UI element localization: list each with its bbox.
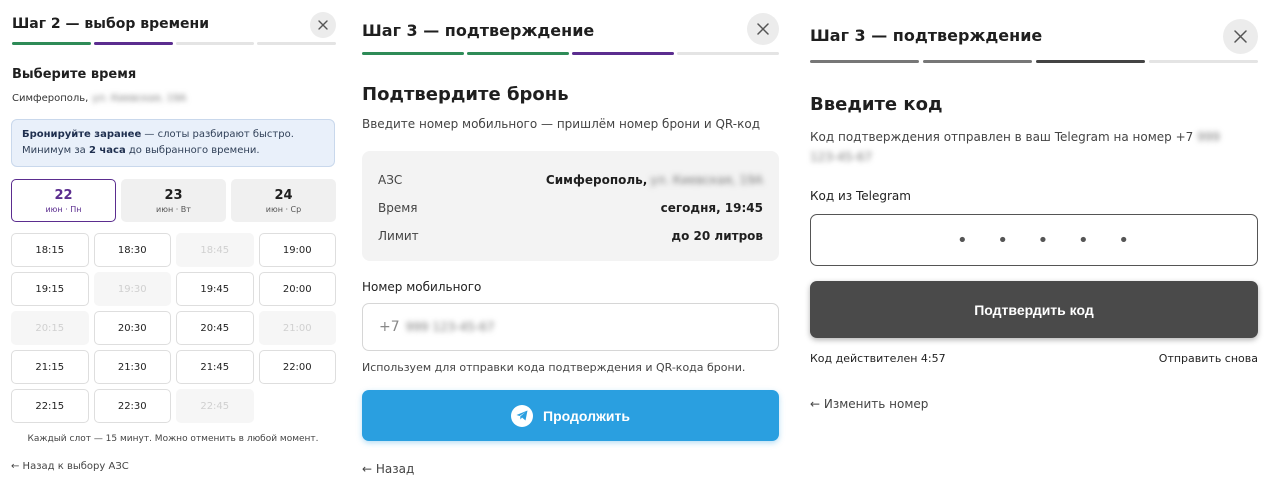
- close-icon: [757, 23, 769, 35]
- close-button[interactable]: [1223, 19, 1258, 54]
- step-1-segment: [810, 60, 919, 63]
- code-input[interactable]: • • • • •: [810, 214, 1258, 266]
- date-number: 22: [54, 187, 73, 203]
- telegram-icon: [511, 404, 534, 427]
- time-slot: 22:45: [176, 389, 254, 423]
- time-slot[interactable]: 21:45: [176, 350, 254, 384]
- continue-label: Продолжить: [543, 407, 630, 424]
- slot-footnote: Каждый слот — 15 минут. Можно отменить в…: [27, 434, 319, 444]
- time-slot: 19:30: [93, 272, 171, 306]
- limit-label: Лимит: [378, 229, 419, 243]
- section-heading: Подтвердите бронь: [362, 84, 569, 105]
- time-value: сегодня, 19:45: [660, 201, 763, 215]
- step-progress: [12, 42, 336, 45]
- time-slot[interactable]: 20:45: [176, 311, 254, 345]
- phone-hint: Используем для отправки кода подтвержден…: [362, 361, 746, 374]
- station-address: Симферополь, ул. Киевская, 19А: [12, 93, 186, 104]
- code-verification-panel: Шаг 3 — подтверждение Введите код Код по…: [794, 0, 1280, 489]
- resend-code-link[interactable]: Отправить снова: [1159, 352, 1258, 365]
- section-heading: Введите код: [810, 94, 943, 115]
- time-slot: 20:15: [11, 311, 89, 345]
- time-slot[interactable]: 18:30: [93, 233, 171, 267]
- time-slot[interactable]: 20:00: [258, 272, 336, 306]
- time-slot-grid: 18:15 18:30 18:45 19:00 19:15 19:30 19:45 20:00…: [11, 233, 336, 423]
- code-field-label: Код из Telegram: [810, 189, 911, 203]
- phone-number-blurred: 999 123-45-67: [405, 320, 495, 334]
- date-option[interactable]: 23 июн · Вт: [121, 179, 226, 222]
- limit-value: до 20 литров: [671, 229, 763, 243]
- phone-prefix: +7: [379, 319, 400, 335]
- step-2-segment: [467, 52, 569, 55]
- step-3-segment: [1036, 60, 1145, 63]
- phone-field-label: Номер мобильного: [362, 280, 482, 294]
- panel-title: Шаг 3 — подтверждение: [362, 21, 595, 40]
- booking-summary: АЗС Симферополь, ул. Киевская, 19А Время …: [362, 151, 779, 261]
- step-4-segment: [1149, 60, 1258, 63]
- date-option[interactable]: 24 июн · Ср: [231, 179, 336, 222]
- time-slot: 18:45: [176, 233, 254, 267]
- phone-confirmation-panel: Шаг 3 — подтверждение Подтвердите бронь …: [346, 0, 794, 489]
- step-2-segment: [93, 42, 173, 45]
- step-progress: [362, 52, 779, 55]
- step-progress: [810, 60, 1258, 63]
- date-weekday: июн · Пн: [45, 204, 82, 214]
- date-weekday: июн · Вт: [156, 204, 191, 214]
- address-city: Симферополь,: [12, 93, 89, 104]
- panel-title: Шаг 3 — подтверждение: [810, 26, 1043, 45]
- time-selection-panel: Шаг 2 — выбор времени Выберите время Сим…: [0, 0, 346, 489]
- step-3-segment: [572, 52, 674, 55]
- time-slot[interactable]: 19:45: [176, 272, 254, 306]
- time-slot[interactable]: 22:00: [258, 350, 336, 384]
- time-slot[interactable]: 18:15: [11, 233, 89, 267]
- code-timer: Код действителен 4:57: [810, 352, 946, 365]
- time-slot[interactable]: 22:15: [11, 389, 89, 423]
- time-slot[interactable]: 21:30: [93, 350, 171, 384]
- step-2-segment: [923, 60, 1032, 63]
- close-icon: [318, 20, 328, 30]
- date-option[interactable]: 22 июн · Пн: [11, 179, 116, 222]
- station-street-blurred: ул. Киевская, 19А: [650, 173, 763, 187]
- address-street-blurred: ул. Киевская, 19А: [92, 93, 187, 104]
- notice-bold-2: 2 часа: [88, 145, 126, 156]
- summary-row-limit: Лимит до 20 литров: [378, 222, 763, 250]
- station-label: АЗС: [378, 173, 403, 187]
- panel-title: Шаг 2 — выбор времени: [12, 16, 210, 32]
- date-number: 23: [164, 187, 183, 203]
- confirm-code-button[interactable]: Подтвердить код: [810, 281, 1258, 338]
- continue-button[interactable]: Продолжить: [362, 390, 779, 441]
- step-1-segment: [362, 52, 464, 55]
- section-heading: Выберите время: [12, 67, 137, 82]
- section-subheading: Код подтверждения отправлен в ваш Telegr…: [810, 127, 1250, 167]
- notice-bold-1: Бронируйте заранее: [22, 129, 142, 140]
- close-button[interactable]: [747, 13, 779, 45]
- date-picker: 22 июн · Пн 23 июн · Вт 24 июн · Ср: [11, 179, 336, 222]
- time-slot[interactable]: 20:30: [93, 311, 171, 345]
- time-slot[interactable]: 21:15: [11, 350, 89, 384]
- date-number: 24: [274, 187, 293, 203]
- station-city: Симферополь,: [545, 173, 648, 187]
- time-slot: 21:00: [258, 311, 336, 345]
- time-slot[interactable]: 22:30: [93, 389, 171, 423]
- phone-input[interactable]: +7 999 123-45-67: [362, 303, 779, 351]
- booking-notice: Бронируйте заранее — слоты разбирают быс…: [11, 119, 335, 167]
- time-slot[interactable]: 19:00: [258, 233, 336, 267]
- notice-text-2: до выбранного времени.: [125, 145, 260, 156]
- change-number-link[interactable]: ← Изменить номер: [810, 397, 928, 411]
- back-link[interactable]: ← Назад: [362, 462, 414, 476]
- time-slot[interactable]: 19:15: [11, 272, 89, 306]
- back-to-stations-link[interactable]: ← Назад к выбору АЗС: [11, 461, 129, 472]
- section-subheading: Введите номер мобильного — пришлём номер…: [362, 117, 760, 131]
- subheading-text: Код подтверждения отправлен в ваш Telegr…: [810, 130, 1194, 144]
- close-button[interactable]: [310, 12, 336, 38]
- summary-row-time: Время сегодня, 19:45: [378, 194, 763, 222]
- step-4-segment: [677, 52, 779, 55]
- close-icon: [1234, 30, 1247, 43]
- step-3-segment: [175, 42, 255, 45]
- time-label: Время: [378, 201, 418, 215]
- step-1-segment: [12, 42, 91, 45]
- step-4-segment: [257, 42, 336, 45]
- date-weekday: июн · Ср: [265, 204, 302, 214]
- station-value: Симферополь, ул. Киевская, 19А: [546, 173, 763, 187]
- summary-row-station: АЗС Симферополь, ул. Киевская, 19А: [378, 166, 763, 194]
